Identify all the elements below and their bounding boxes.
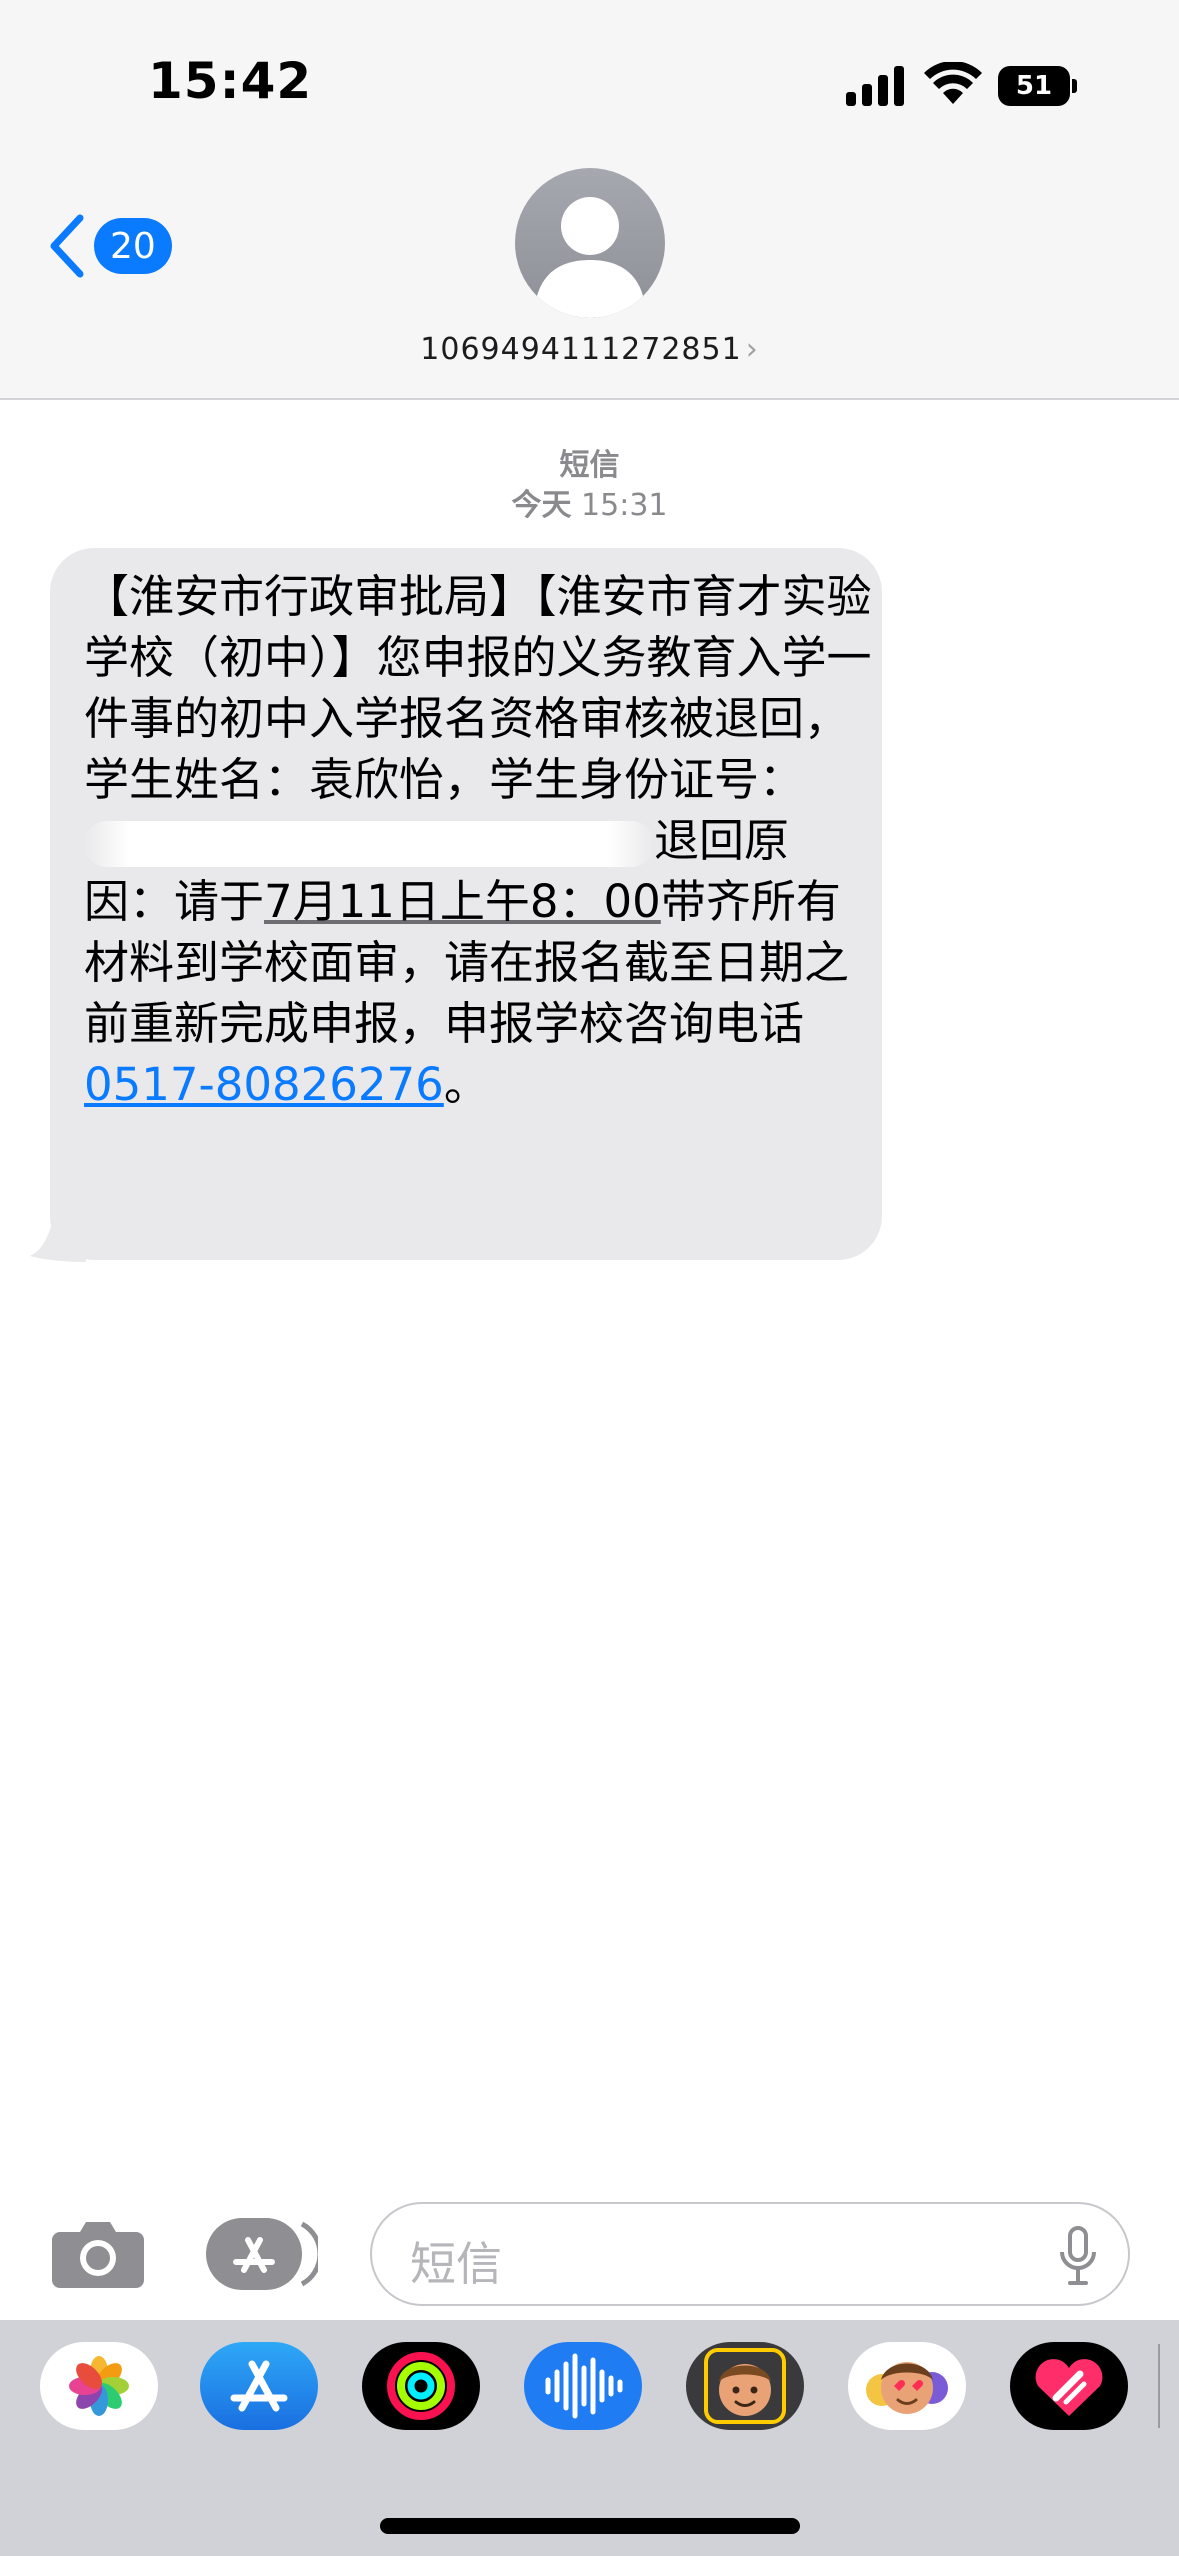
redacted-id-number (84, 821, 654, 867)
drawer-divider (1158, 2344, 1160, 2428)
message-text-part1: 【淮安市行政审批局】【淮安市育才实验学校（初中）】您申报的义务教育入学一件事的初… (84, 570, 872, 806)
status-time: 15:42 (148, 52, 313, 110)
person-silhouette-icon (537, 197, 643, 318)
fitness-icon[interactable] (362, 2342, 480, 2430)
chevron-left-icon (50, 214, 84, 278)
contact-number: 1069494111272851 (420, 332, 742, 367)
home-indicator[interactable] (380, 2518, 800, 2534)
time-label: 15:31 (581, 488, 668, 523)
bubble-tail (30, 1200, 86, 1262)
message-input-placeholder: 短信 (410, 2237, 502, 2291)
contact-avatar[interactable] (515, 168, 665, 318)
message-timestamp: 今天 15:31 (0, 480, 1179, 524)
microphone-icon[interactable] (1058, 2226, 1098, 2286)
back-button[interactable]: 20 (46, 214, 172, 278)
battery-icon: 51 (998, 66, 1078, 106)
date-label: 今天 (511, 488, 572, 523)
cellular-signal-icon (846, 66, 904, 106)
photos-icon[interactable] (40, 2342, 158, 2430)
battery-tip (1072, 79, 1077, 93)
chevron-right-icon: › (745, 332, 759, 367)
messages-screen: 15:42 51 20 1069494111272851 › 短信 今天 15:… (0, 0, 1179, 2556)
unread-count-badge: 20 (94, 218, 172, 274)
message-text: 【淮安市行政审批局】【淮安市育才实验学校（初中）】您申报的义务教育入学一件事的初… (84, 566, 874, 1115)
contact-name-button[interactable]: 1069494111272851 › (0, 332, 1179, 367)
animoji-stickers-icon[interactable] (848, 2342, 966, 2430)
app-store-icon[interactable] (206, 2218, 318, 2290)
message-text-end: 。 (443, 1058, 489, 1111)
date-time-link[interactable]: 7月11日上午8：00 (264, 875, 661, 928)
memoji-icon[interactable] (686, 2342, 804, 2430)
digital-touch-icon[interactable] (1010, 2342, 1128, 2430)
wifi-icon (924, 62, 982, 104)
conversation-header: 15:42 51 20 1069494111272851 › (0, 0, 1179, 400)
phone-link[interactable]: 0517-80826276 (84, 1058, 444, 1111)
audio-message-icon[interactable] (524, 2342, 642, 2430)
battery-level: 51 (998, 66, 1070, 106)
camera-icon[interactable] (52, 2218, 144, 2288)
message-input[interactable]: 短信 (370, 2202, 1130, 2306)
app-store-drawer-icon[interactable] (200, 2342, 318, 2430)
service-label: 短信 (559, 448, 620, 483)
